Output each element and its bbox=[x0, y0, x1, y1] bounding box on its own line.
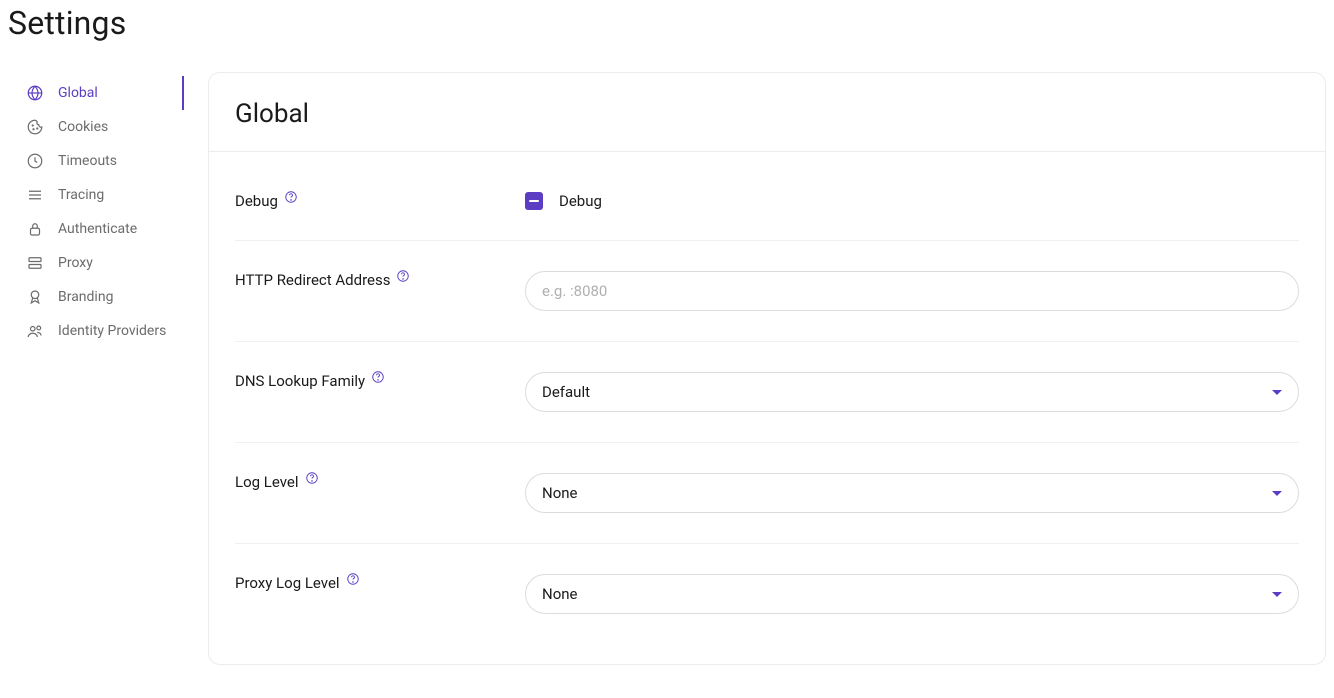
label-text: HTTP Redirect Address bbox=[235, 271, 390, 289]
sidebar-item-branding[interactable]: Branding bbox=[8, 280, 184, 314]
indeterminate-icon bbox=[529, 200, 539, 202]
sidebar-item-label: Global bbox=[58, 85, 98, 101]
cookie-icon bbox=[26, 118, 44, 136]
label-text: Log Level bbox=[235, 473, 299, 491]
sidebar-item-label: Cookies bbox=[58, 119, 108, 135]
help-icon[interactable] bbox=[346, 572, 360, 586]
select-value: Default bbox=[542, 383, 590, 401]
sidebar-item-label: Timeouts bbox=[58, 153, 117, 169]
badge-icon bbox=[26, 288, 44, 306]
label-text: Proxy Log Level bbox=[235, 574, 340, 592]
proxy-log-level-select[interactable]: None bbox=[525, 574, 1299, 614]
help-icon[interactable] bbox=[305, 471, 319, 485]
panel-header: Global bbox=[209, 73, 1325, 152]
settings-panel: Global Debug Deb bbox=[208, 72, 1326, 665]
help-icon[interactable] bbox=[371, 370, 385, 384]
checkbox-label: Debug bbox=[559, 192, 602, 210]
sidebar-item-tracing[interactable]: Tracing bbox=[8, 178, 184, 212]
log-level-select[interactable]: None bbox=[525, 473, 1299, 513]
list-icon bbox=[26, 186, 44, 204]
field-dns-lookup: DNS Lookup Family Default bbox=[235, 342, 1299, 443]
sidebar-item-identity-providers[interactable]: Identity Providers bbox=[8, 314, 184, 348]
sidebar-item-label: Authenticate bbox=[58, 221, 137, 237]
users-icon bbox=[26, 322, 44, 340]
field-label-debug: Debug bbox=[235, 192, 525, 210]
select-value: None bbox=[542, 484, 578, 502]
help-icon[interactable] bbox=[284, 190, 298, 204]
field-proxy-log-level: Proxy Log Level None bbox=[235, 544, 1299, 644]
field-label-http-redirect: HTTP Redirect Address bbox=[235, 271, 525, 289]
settings-sidebar: Global Cookies Timeouts Tracing bbox=[8, 72, 184, 665]
proxy-icon bbox=[26, 254, 44, 272]
sidebar-item-proxy[interactable]: Proxy bbox=[8, 246, 184, 280]
sidebar-item-timeouts[interactable]: Timeouts bbox=[8, 144, 184, 178]
debug-checkbox[interactable] bbox=[525, 192, 543, 210]
field-log-level: Log Level None bbox=[235, 443, 1299, 544]
chevron-down-icon bbox=[1272, 390, 1282, 395]
field-label-log-level: Log Level bbox=[235, 473, 525, 491]
field-http-redirect: HTTP Redirect Address bbox=[235, 241, 1299, 342]
page-title: Settings bbox=[8, 4, 1326, 42]
lock-icon bbox=[26, 220, 44, 238]
globe-icon bbox=[26, 84, 44, 102]
active-indicator bbox=[182, 76, 184, 110]
help-icon[interactable] bbox=[396, 269, 410, 283]
field-label-proxy-log-level: Proxy Log Level bbox=[235, 574, 525, 592]
dns-lookup-select[interactable]: Default bbox=[525, 372, 1299, 412]
sidebar-item-label: Branding bbox=[58, 289, 113, 305]
panel-title: Global bbox=[235, 99, 1299, 129]
field-debug: Debug Debug bbox=[235, 162, 1299, 241]
sidebar-item-global[interactable]: Global bbox=[8, 76, 184, 110]
http-redirect-input[interactable] bbox=[525, 271, 1299, 311]
label-text: DNS Lookup Family bbox=[235, 372, 365, 390]
sidebar-item-cookies[interactable]: Cookies bbox=[8, 110, 184, 144]
sidebar-item-label: Proxy bbox=[58, 255, 93, 271]
label-text: Debug bbox=[235, 192, 278, 210]
field-label-dns: DNS Lookup Family bbox=[235, 372, 525, 390]
sidebar-item-label: Identity Providers bbox=[58, 323, 166, 339]
sidebar-item-label: Tracing bbox=[58, 187, 104, 203]
chevron-down-icon bbox=[1272, 592, 1282, 597]
chevron-down-icon bbox=[1272, 491, 1282, 496]
select-value: None bbox=[542, 585, 578, 603]
sidebar-item-authenticate[interactable]: Authenticate bbox=[8, 212, 184, 246]
clock-icon bbox=[26, 152, 44, 170]
